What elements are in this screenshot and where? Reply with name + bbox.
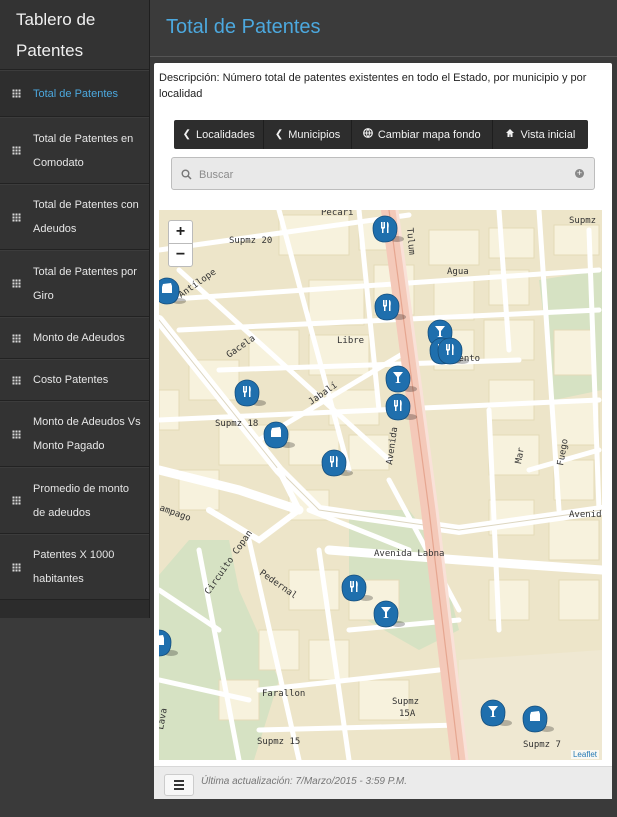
- sidebar-item-por-giro[interactable]: Total de Patentes por Giro: [0, 250, 149, 317]
- sidebar-item-adeudos[interactable]: Total de Patentes con Adeudos: [0, 184, 149, 250]
- sidebar-item-label: Costo Patentes: [33, 374, 109, 386]
- grid-icon: [12, 496, 21, 505]
- street-label: Supmz: [392, 697, 419, 707]
- sidebar-item-total-patentes[interactable]: Total de Patentes: [0, 70, 149, 117]
- grid-icon: [12, 429, 21, 439]
- store-icon: [530, 711, 540, 721]
- sidebar-item-label: Total de Patentes en Comodato: [33, 132, 134, 169]
- sidebar-item-monto-vs-pagado[interactable]: Monto de Adeudos Vs Monto Pagado: [0, 401, 149, 467]
- chevron-left-icon: ❮: [274, 129, 284, 140]
- description: Descripción: Número total de patentes ex…: [159, 72, 587, 100]
- sidebar: Tablero de Patentes Total de Patentes To…: [0, 0, 150, 618]
- last-updated: Última actualización: 7/Marzo/2015 - 3:5…: [201, 776, 408, 787]
- street-label: Avenida Labna: [374, 549, 444, 559]
- chevron-left-icon: ❮: [182, 129, 191, 140]
- sidebar-item-monto-adeudos[interactable]: Monto de Adeudos: [0, 317, 149, 359]
- sidebar-item-label: Total de Patentes por Giro: [33, 265, 137, 302]
- app-title-line1: Tablero de: [16, 10, 96, 29]
- page-title: Total de Patentes: [166, 16, 321, 38]
- street-label: Supmz 20: [229, 236, 272, 246]
- store-icon: [159, 635, 164, 645]
- plus-circle-icon[interactable]: +: [575, 169, 584, 178]
- store-icon: [271, 427, 281, 437]
- sidebar-item-label: Total de Patentes: [33, 87, 119, 100]
- map-toolbar: ❮ Localidades ❮ Municipios Cambiar mapa …: [174, 120, 588, 149]
- map[interactable]: Pecarí Supmz 20 Supmz Tulum Agua Antílop…: [159, 210, 602, 760]
- map-attribution[interactable]: Leaflet: [570, 750, 599, 759]
- zoom-out-button[interactable]: −: [168, 243, 193, 267]
- home-icon: [505, 128, 515, 141]
- sidebar-item-label: Total de Patentes con Adeudos: [33, 199, 139, 235]
- cambiar-mapa-label: Cambiar mapa fondo: [377, 128, 481, 141]
- grid-icon: [12, 375, 21, 385]
- cambiar-mapa-button[interactable]: Cambiar mapa fondo: [352, 120, 493, 149]
- street-label: Supmz 18: [215, 419, 258, 429]
- street-label: Agua: [447, 267, 469, 277]
- municipios-label: Municipios: [288, 128, 341, 141]
- municipios-button[interactable]: ❮ Municipios: [264, 120, 352, 149]
- store-icon: [162, 283, 172, 293]
- grid-icon: [12, 333, 21, 343]
- grid-icon: [12, 562, 21, 572]
- list-icon: [174, 780, 184, 782]
- list-toggle-button[interactable]: [164, 774, 194, 796]
- vista-inicial-label: Vista inicial: [520, 128, 576, 141]
- street-label: 15A: [399, 709, 416, 719]
- sidebar-item-label: Promedio de monto de adeudos: [33, 482, 129, 519]
- street-label: Farallon: [262, 689, 305, 699]
- globe-icon: [362, 128, 373, 141]
- street-label: Supmz 7: [523, 740, 561, 750]
- sidebar-item-label: Monto de Adeudos Vs Monto Pagado: [33, 416, 141, 452]
- footer: Última actualización: 7/Marzo/2015 - 3:5…: [154, 766, 612, 799]
- sidebar-item-costo-patentes[interactable]: Costo Patentes: [0, 359, 149, 401]
- street-label: Supmz: [569, 216, 596, 226]
- app-title: Tablero de Patentes: [0, 0, 149, 70]
- grid-icon: [12, 146, 21, 155]
- sidebar-item-comodato[interactable]: Total de Patentes en Comodato: [0, 117, 149, 184]
- app-title-line2: Patentes: [16, 41, 84, 60]
- sidebar-item-promedio-adeudos[interactable]: Promedio de monto de adeudos: [0, 467, 149, 534]
- localidades-button[interactable]: ❮ Localidades: [174, 120, 265, 149]
- search-bar: +: [171, 157, 595, 190]
- main-panel: Descripción: Número total de patentes ex…: [154, 63, 612, 799]
- street-label: Avenida: [569, 510, 602, 520]
- street-label: Libre: [337, 336, 364, 346]
- sidebar-item-label: Monto de Adeudos: [33, 332, 125, 344]
- header: Total de Patentes: [150, 0, 617, 57]
- street-label: Supmz 15: [257, 737, 300, 747]
- grid-icon: [12, 212, 21, 222]
- zoom-in-button[interactable]: +: [168, 220, 193, 244]
- search-input[interactable]: [197, 164, 571, 186]
- street-label: Pecarí: [321, 210, 354, 218]
- sidebar-item-label: Patentes X 1000 habitantes: [33, 549, 115, 585]
- sidebar-item-patentes-x-1000[interactable]: Patentes X 1000 habitantes: [0, 534, 149, 600]
- grid-icon: [12, 279, 21, 288]
- grid-icon: [12, 89, 21, 98]
- map-tiles: Pecarí Supmz 20 Supmz Tulum Agua Antílop…: [159, 210, 602, 760]
- search-icon: [181, 167, 192, 185]
- localidades-label: Localidades: [196, 128, 255, 141]
- vista-inicial-button[interactable]: Vista inicial: [493, 120, 588, 149]
